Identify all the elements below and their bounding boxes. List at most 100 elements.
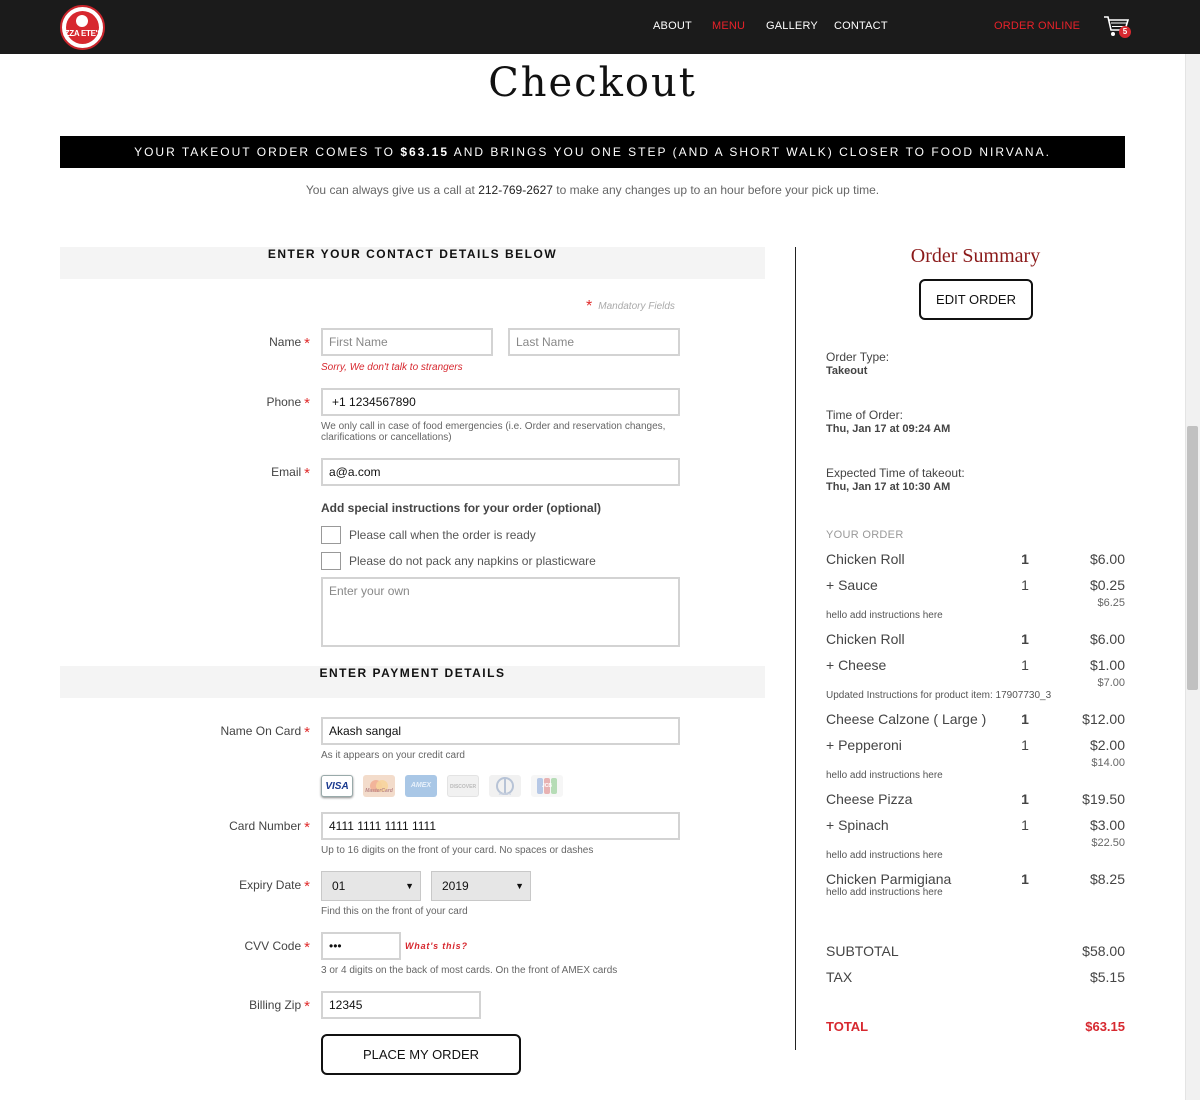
item-addon: + Cheese [826, 657, 887, 673]
own-instructions-textarea[interactable]: Enter your own [321, 577, 680, 647]
card-number-input[interactable]: 4111 1111 1111 1111 [321, 812, 680, 840]
item-name: Chicken Roll [826, 631, 905, 647]
banner-amount: $63.15 [400, 145, 450, 159]
name-error: Sorry, We don't talk to strangers [321, 362, 463, 373]
no-napkins-checkbox[interactable] [321, 552, 341, 570]
item-subtotal: $7.00 [1097, 677, 1125, 689]
phone-label-text: Phone [266, 395, 302, 409]
required-star: * [304, 878, 310, 895]
required-star: * [586, 298, 593, 315]
item-name: Chicken Parmigiana [826, 871, 952, 887]
banner-post: AND BRINGS YOU ONE STEP (AND A SHORT WAL… [449, 145, 1051, 159]
billing-zip-input[interactable]: 12345 [321, 991, 481, 1019]
order-banner: YOUR TAKEOUT ORDER COMES TO $63.15 AND B… [60, 136, 1125, 168]
contact-section-heading: ENTER YOUR CONTACT DETAILS BELOW [60, 247, 765, 279]
edit-order-button[interactable]: EDIT ORDER [919, 279, 1033, 320]
item-addon-price: $0.25 [1089, 577, 1125, 593]
item-addon-qty: 1 [1021, 737, 1029, 753]
last-name-input[interactable]: Last Name [508, 328, 680, 356]
item-qty: 1 [1021, 711, 1029, 727]
payment-section-heading: ENTER PAYMENT DETAILS [60, 666, 765, 698]
call-note-pre: You can always give us a call at [305, 183, 479, 197]
order-type-value: Takeout [826, 365, 868, 377]
name-on-card-input[interactable]: Akash sangal [321, 717, 680, 745]
item-note: Updated Instructions for product item: 1… [826, 690, 1052, 701]
nav-gallery[interactable]: GALLERY [766, 20, 818, 32]
item-addon-price: $1.00 [1089, 657, 1125, 673]
item-addon-price: $2.00 [1089, 737, 1125, 753]
order-type-label: Order Type: [826, 350, 890, 364]
item-note: hello add instructions here [826, 887, 943, 898]
billing-zip-label-text: Billing Zip [249, 998, 302, 1012]
nav-order-online[interactable]: ORDER ONLINE [994, 20, 1080, 32]
mandatory-note: * Mandatory Fields [586, 298, 675, 316]
tax-label: TAX [826, 969, 853, 985]
required-star: * [304, 724, 310, 741]
mandatory-label: Mandatory Fields [598, 301, 675, 312]
time-of-order-label: Time of Order: [826, 408, 903, 422]
call-when-ready-checkbox[interactable] [321, 526, 341, 544]
required-star: * [304, 335, 310, 352]
email-input[interactable]: a@a.com [321, 458, 680, 486]
expected-time-value: Thu, Jan 17 at 10:30 AM [826, 481, 951, 493]
item-qty: 1 [1021, 631, 1029, 647]
cart-count-badge: 5 [1119, 26, 1131, 38]
item-qty: 1 [1021, 871, 1029, 887]
expiry-label-text: Expiry Date [239, 878, 302, 892]
time-of-order-value: Thu, Jan 17 at 09:24 AM [826, 423, 951, 435]
expiry-month-select[interactable]: 01 ▼ [321, 871, 421, 901]
item-addon-qty: 1 [1021, 657, 1029, 673]
jcb-card-icon: JCB [531, 775, 563, 797]
special-instructions-heading: Add special instructions for your order … [321, 501, 602, 515]
name-on-card-label: Name On Card * [60, 724, 310, 741]
logo-text: IZZA ETE'S [62, 29, 103, 38]
required-star: * [304, 998, 310, 1015]
name-on-card-help: As it appears on your credit card [321, 750, 465, 761]
nav-menu[interactable]: MENU [712, 20, 745, 32]
no-napkins-label: Please do not pack any napkins or plasti… [349, 554, 596, 568]
item-subtotal: $22.50 [1091, 837, 1125, 849]
email-label-text: Email [271, 465, 302, 479]
billing-zip-label: Billing Zip * [60, 998, 310, 1015]
name-on-card-label-text: Name On Card [220, 724, 302, 738]
expected-time-label: Expected Time of takeout: [826, 466, 965, 480]
card-number-label-text: Card Number [229, 819, 302, 833]
total-label: TOTAL [826, 1019, 869, 1034]
nav-contact[interactable]: CONTACT [834, 20, 888, 32]
mastercard-card-icon: MasterCard [363, 775, 395, 797]
phone-input[interactable]: +1 1234567890 [321, 388, 680, 416]
name-label: Name * [60, 335, 310, 352]
cvv-input[interactable]: ••• [321, 932, 401, 960]
call-note-post: to make any changes up to an hour before… [552, 183, 880, 197]
card-number-label: Card Number * [60, 819, 310, 836]
item-qty: 1 [1021, 551, 1029, 567]
card-number-help: Up to 16 digits on the front of your car… [321, 845, 594, 856]
call-when-ready-label: Please call when the order is ready [349, 528, 536, 542]
name-label-text: Name [269, 335, 302, 349]
cvv-help-link[interactable]: What's this? [405, 941, 468, 951]
item-price: $8.25 [1089, 871, 1125, 887]
call-note-phone: 212-769-2627 [478, 183, 553, 197]
required-star: * [304, 819, 310, 836]
item-qty: 1 [1021, 791, 1029, 807]
item-price: $19.50 [1082, 791, 1125, 807]
diners-card-icon: Diners [489, 775, 521, 797]
visa-card-icon: VISA [321, 775, 353, 797]
chevron-down-icon: ▼ [515, 881, 524, 891]
phone-help: We only call in case of food emergencies… [321, 421, 666, 443]
expiry-year-select[interactable]: 2019 ▼ [431, 871, 531, 901]
required-star: * [304, 939, 310, 956]
item-note: hello add instructions here [826, 850, 943, 861]
item-addon: + Sauce [826, 577, 878, 593]
site-logo[interactable]: IZZA ETE'S [60, 5, 105, 50]
item-name: Cheese Calzone ( Large ) [826, 711, 987, 727]
item-price: $12.00 [1082, 711, 1125, 727]
first-name-input[interactable]: First Name [321, 328, 493, 356]
place-order-button[interactable]: PLACE MY ORDER [321, 1034, 521, 1075]
subtotal-label: SUBTOTAL [826, 943, 899, 959]
nav-about[interactable]: ABOUT [653, 20, 692, 32]
item-addon-qty: 1 [1021, 577, 1029, 593]
scrollbar-thumb[interactable] [1187, 426, 1198, 690]
cvv-help: 3 or 4 digits on the back of most cards.… [321, 965, 618, 976]
discover-card-icon: DISCOVER [447, 775, 479, 797]
